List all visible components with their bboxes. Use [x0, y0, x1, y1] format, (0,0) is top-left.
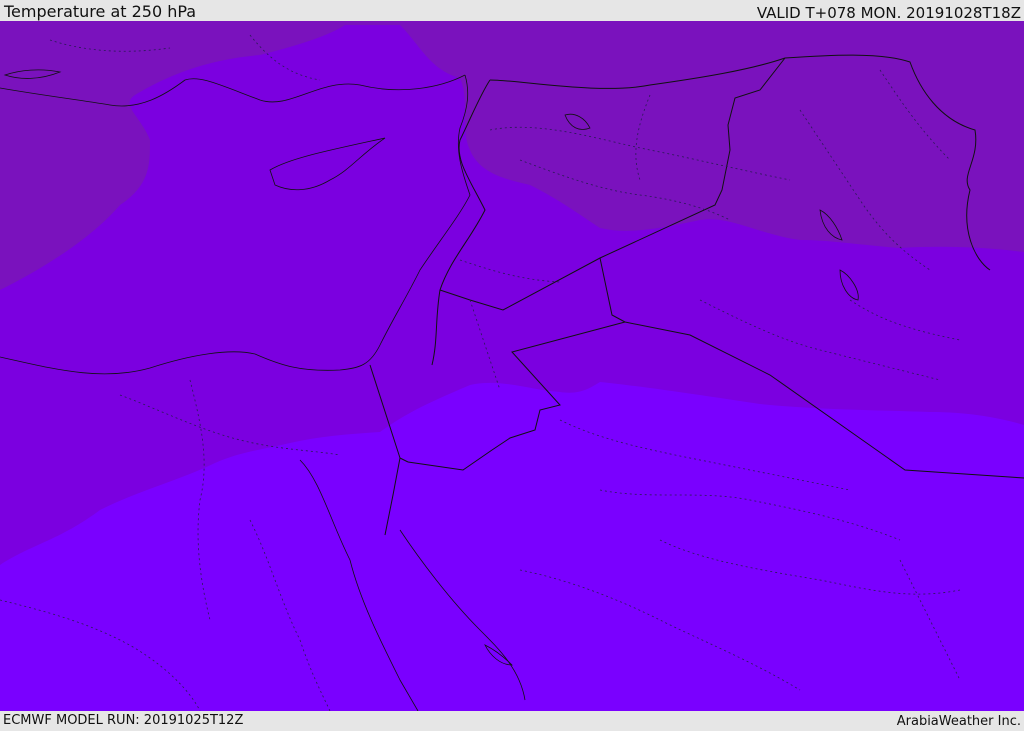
footer-bar: ECMWF MODEL RUN: 20191025T12Z ArabiaWeat… — [0, 711, 1024, 729]
weather-map[interactable] — [0, 21, 1024, 711]
header-bar: Temperature at 250 hPa VALID T+078 MON. … — [0, 0, 1024, 21]
valid-time: VALID T+078 MON. 20191028T18Z — [756, 4, 1021, 22]
map-canvas — [0, 21, 1024, 711]
credit-label: ArabiaWeather Inc. — [896, 714, 1021, 729]
map-title: Temperature at 250 hPa — [4, 2, 197, 21]
model-run-label: ECMWF MODEL RUN: 20191025T12Z — [3, 713, 244, 728]
